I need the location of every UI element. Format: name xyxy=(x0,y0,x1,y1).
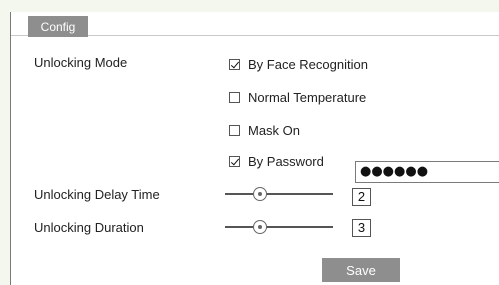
option-normal-temperature[interactable]: Normal Temperature xyxy=(229,89,366,105)
face-recognition-checkbox[interactable] xyxy=(229,58,240,70)
by-password-checkbox[interactable] xyxy=(229,155,240,167)
delay-time-label: Unlocking Delay Time xyxy=(34,187,160,202)
config-panel: Config Unlocking Mode By Face Recognitio… xyxy=(10,12,499,285)
duration-track xyxy=(225,226,333,228)
mask-on-checkbox[interactable] xyxy=(229,124,240,136)
delay-time-track xyxy=(225,193,333,195)
option-face-recognition[interactable]: By Face Recognition xyxy=(229,56,368,72)
tab-strip: Config xyxy=(11,12,499,37)
normal-temperature-checkbox[interactable] xyxy=(229,91,240,103)
normal-temperature-label: Normal Temperature xyxy=(248,89,367,105)
duration-label: Unlocking Duration xyxy=(34,220,144,235)
delay-time-thumb[interactable] xyxy=(253,187,267,201)
option-by-password[interactable]: By Password xyxy=(229,153,324,169)
duration-value: 3 xyxy=(352,219,371,237)
delay-time-slider[interactable] xyxy=(225,187,333,201)
delay-time-value: 2 xyxy=(352,188,371,206)
unlocking-mode-label: Unlocking Mode xyxy=(34,55,128,70)
face-recognition-label: By Face Recognition xyxy=(248,56,368,72)
tab-config[interactable]: Config xyxy=(28,16,88,37)
by-password-label: By Password xyxy=(248,153,324,169)
save-button[interactable]: Save xyxy=(322,258,400,282)
password-input[interactable]: ●●●●●● xyxy=(355,161,499,183)
duration-slider[interactable] xyxy=(225,220,333,234)
mask-on-label: Mask On xyxy=(248,122,301,138)
duration-thumb[interactable] xyxy=(253,220,267,234)
option-mask-on[interactable]: Mask On xyxy=(229,122,300,138)
